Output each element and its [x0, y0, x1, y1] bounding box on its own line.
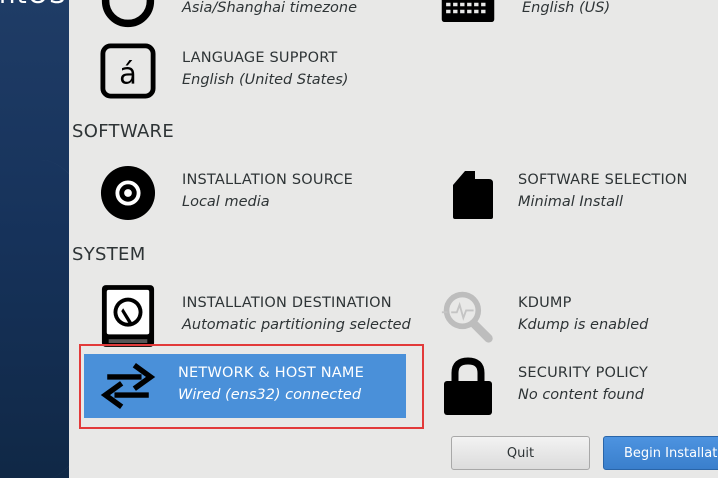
package-icon [444, 165, 500, 221]
spoke-status: Automatic partitioning selected [182, 317, 411, 333]
spoke-status: English (US) [522, 0, 611, 16]
spoke-status: Kdump is enabled [518, 317, 649, 333]
lock-icon [440, 357, 496, 415]
spoke-software-selection[interactable]: SOFTWARE SELECTION Minimal Install [424, 160, 714, 226]
spoke-installation-source[interactable]: INSTALLATION SOURCE Local media [84, 160, 414, 226]
spoke-kdump[interactable]: KDUMP Kdump is enabled [424, 283, 714, 349]
spoke-title: NETWORK & HOST NAME [178, 365, 364, 381]
spoke-title: KDUMP [518, 295, 572, 311]
spoke-status: Local media [182, 194, 270, 210]
sidebar: ntOS [0, 0, 69, 478]
spoke-security-policy[interactable]: SECURITY POLICY No content found [424, 353, 714, 419]
harddisk-icon [100, 285, 156, 347]
spoke-status: Minimal Install [518, 194, 624, 210]
section-title-system: SYSTEM [72, 244, 146, 265]
spoke-status: Asia/Shanghai timezone [182, 0, 358, 16]
spoke-timezone[interactable]: Asia/Shanghai timezone [84, 0, 414, 34]
spoke-title: SOFTWARE SELECTION [518, 172, 688, 188]
clock-icon [100, 0, 156, 29]
spoke-title: INSTALLATION SOURCE [182, 172, 353, 188]
network-arrows-icon [100, 358, 156, 414]
sidebar-decoration [0, 160, 69, 478]
svg-text:á: á [119, 57, 137, 91]
spoke-language-support[interactable]: á LANGUAGE SUPPORT English (United State… [84, 38, 414, 104]
spoke-network-host-name[interactable]: NETWORK & HOST NAME Wired (ens32) connec… [84, 353, 406, 419]
language-icon: á [100, 43, 156, 99]
quit-button[interactable]: Quit [451, 436, 590, 470]
spoke-installation-destination[interactable]: INSTALLATION DESTINATION Automatic parti… [84, 283, 414, 349]
section-title-software: SOFTWARE [72, 121, 175, 142]
search-icon [440, 288, 496, 344]
brand-logo: ntOS [0, 0, 67, 10]
spoke-title: INSTALLATION DESTINATION [182, 295, 392, 311]
begin-installation-button[interactable]: Begin Installation [603, 436, 718, 470]
spoke-title: LANGUAGE SUPPORT [182, 50, 338, 66]
spoke-keyboard[interactable]: English (US) [424, 0, 714, 34]
spoke-status: English (United States) [182, 72, 349, 88]
spoke-status: No content found [518, 387, 645, 403]
spoke-status: Wired (ens32) connected [178, 387, 362, 403]
keyboard-icon [440, 0, 496, 29]
spoke-title: SECURITY POLICY [518, 365, 649, 381]
disc-icon [100, 165, 156, 221]
